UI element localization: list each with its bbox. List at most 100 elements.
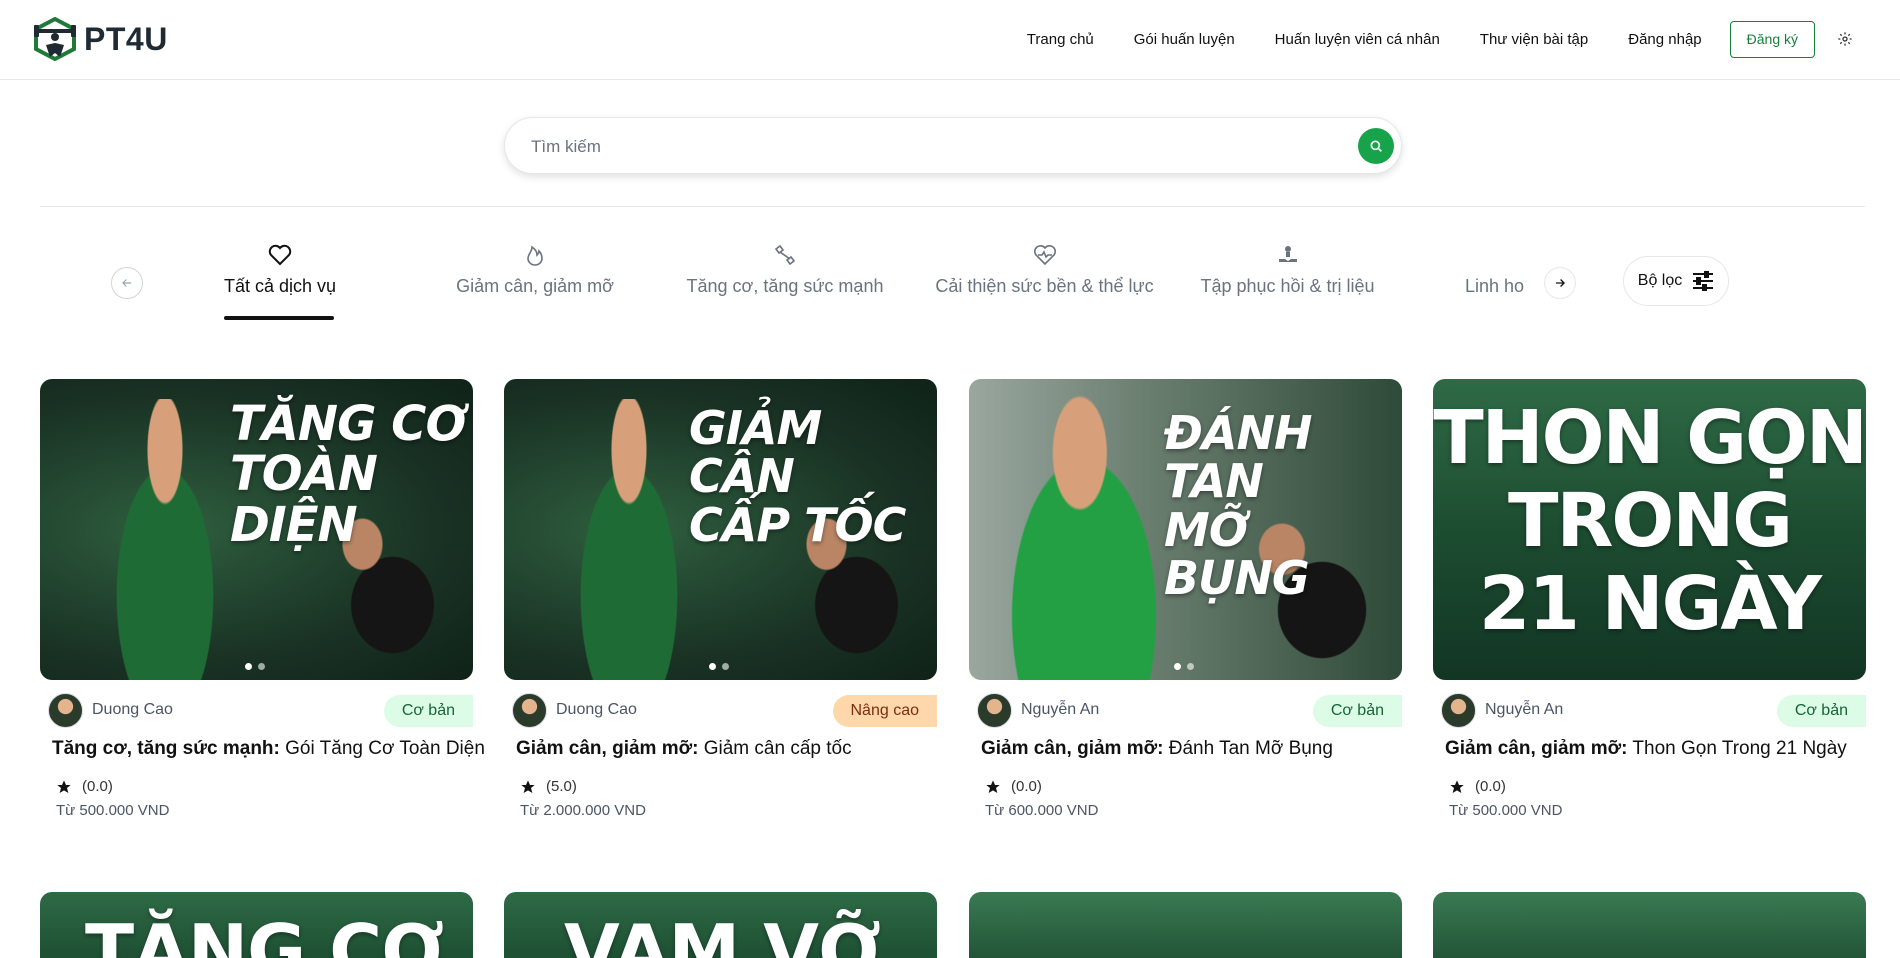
service-card[interactable]: ĐÁNH TAN MỠ BỤNG Nguyễn An Cơ bản Giảm c… <box>969 379 1402 819</box>
star-icon <box>521 779 535 793</box>
trainer-name[interactable]: Nguyễn An <box>1021 701 1099 719</box>
dumbbell-icon <box>685 240 885 270</box>
service-title[interactable]: Tăng cơ, tăng sức mạnh: Gói Tăng Cơ Toàn… <box>52 738 485 760</box>
trainer-name[interactable]: Duong Cao <box>556 701 637 719</box>
level-badge: Cơ bản <box>383 695 473 727</box>
service-rating: (0.0) <box>1449 778 1866 795</box>
service-card[interactable]: VAM VỠ <box>504 892 937 958</box>
nav-personal-trainers[interactable]: Huấn luyện viên cá nhân <box>1275 31 1440 48</box>
service-rating: (0.0) <box>56 778 473 795</box>
service-price: Từ 500.000 VND <box>1449 802 1563 819</box>
main-nav: Trang chủ Gói huấn luyện Huấn luyện viên… <box>987 20 1855 58</box>
service-title[interactable]: Giảm cân, giảm mỡ: Đánh Tan Mỡ Bụng <box>981 738 1402 760</box>
service-title[interactable]: Giảm cân, giảm mỡ: Giảm cân cấp tốc <box>516 738 937 760</box>
trainer-avatar[interactable] <box>977 693 1012 728</box>
top-header: PT4U Trang chủ Gói huấn luyện Huấn luyện… <box>0 0 1900 80</box>
image-title-line: TĂNG CƠ <box>85 909 444 958</box>
search-input[interactable] <box>531 132 1311 162</box>
service-rating: (5.0) <box>520 778 937 795</box>
gear-icon[interactable] <box>1837 30 1855 48</box>
tab-label: Tất cả dịch vụ <box>223 276 337 296</box>
image-title-line: 21 NGÀY <box>1478 560 1822 647</box>
search-bar <box>504 117 1402 174</box>
trainer-avatar[interactable] <box>48 693 83 728</box>
service-image[interactable] <box>1433 892 1866 958</box>
arrow-right-icon <box>1555 279 1565 287</box>
logo-icon <box>34 17 76 61</box>
service-card[interactable]: GIẢM CÂN CẤP TỐC Duong Cao Nâng cao Giảm… <box>504 379 937 819</box>
flame-icon <box>450 240 620 270</box>
service-image[interactable]: TĂNG CƠ <box>40 892 473 958</box>
tab-recovery[interactable]: Tập phục hồi & trị liệu <box>1195 240 1380 320</box>
nav-exercise-library[interactable]: Thư viện bài tập <box>1480 31 1588 48</box>
service-image[interactable]: GIẢM CÂN CẤP TỐC <box>504 379 937 680</box>
image-title-line: MỠ BỤNG <box>1164 502 1310 605</box>
trainer-name[interactable]: Duong Cao <box>92 701 173 719</box>
heartbeat-icon <box>932 240 1157 270</box>
search-button[interactable] <box>1358 128 1394 164</box>
trainer-avatar[interactable] <box>1441 693 1476 728</box>
active-tab-indicator <box>224 316 334 320</box>
service-image[interactable]: ĐÁNH TAN MỠ BỤNG <box>969 379 1402 680</box>
sliders-icon <box>1693 271 1714 291</box>
brand-name: PT4U <box>84 20 168 57</box>
image-title-line: TRONG <box>1507 477 1793 564</box>
tab-flexible[interactable]: Linh ho <box>1465 240 1530 320</box>
service-card[interactable] <box>1433 892 1866 958</box>
heart-icon <box>200 240 360 270</box>
image-title-line: TĂNG CƠ <box>230 396 466 452</box>
carousel-dots[interactable] <box>1174 663 1194 670</box>
tab-weight-loss[interactable]: Giảm cân, giảm mỡ <box>450 240 620 320</box>
service-price: Từ 600.000 VND <box>985 802 1099 819</box>
image-title-line: VAM VỠ <box>564 909 881 958</box>
service-title[interactable]: Giảm cân, giảm mỡ: Thon Gọn Trong 21 Ngà… <box>1445 738 1866 760</box>
carousel-dots[interactable] <box>709 663 729 670</box>
image-title-line: CẤP TỐC <box>689 497 906 552</box>
carousel-dots[interactable] <box>245 663 265 670</box>
tab-label: Tập phục hồi & trị liệu <box>1200 276 1375 296</box>
service-image[interactable]: THON GỌN TRONG 21 NGÀY <box>1433 379 1866 680</box>
service-card[interactable]: TĂNG CƠ TOÀN DIỆN Duong Cao Cơ bản Tăng … <box>40 379 485 819</box>
tab-label: Giảm cân, giảm mỡ <box>456 276 614 296</box>
category-next-button[interactable] <box>1544 267 1576 299</box>
level-badge: Cơ bản <box>1776 695 1866 727</box>
service-image[interactable] <box>969 892 1402 958</box>
image-title-line: ĐÁNH TAN <box>1164 406 1312 509</box>
level-badge: Nâng cao <box>832 695 937 727</box>
service-rating: (0.0) <box>985 778 1402 795</box>
signup-button[interactable]: Đăng ký <box>1729 20 1815 58</box>
arrow-left-icon <box>122 279 132 287</box>
hand-heart-icon <box>1195 240 1380 270</box>
service-card[interactable] <box>969 892 1402 958</box>
trainer-name[interactable]: Nguyễn An <box>1485 701 1563 719</box>
tab-label: Linh ho <box>1465 276 1525 296</box>
nav-home[interactable]: Trang chủ <box>1027 31 1094 48</box>
service-price: Từ 2.000.000 VND <box>520 802 646 819</box>
image-title-line: THON GỌN <box>1433 395 1866 481</box>
star-icon <box>986 779 1000 793</box>
service-price: Từ 500.000 VND <box>56 802 170 819</box>
search-icon <box>1370 140 1382 152</box>
star-icon <box>1450 779 1464 793</box>
nav-training-packages[interactable]: Gói huấn luyện <box>1134 31 1235 48</box>
service-card[interactable]: THON GỌN TRONG 21 NGÀY Nguyễn An Cơ bản … <box>1433 379 1866 819</box>
trainer-avatar[interactable] <box>512 693 547 728</box>
star-icon <box>57 779 71 793</box>
tab-all-services[interactable]: Tất cả dịch vụ <box>200 240 360 320</box>
level-badge: Cơ bản <box>1312 695 1402 727</box>
tab-muscle-gain[interactable]: Tăng cơ, tăng sức mạnh <box>685 240 885 320</box>
tab-endurance[interactable]: Cải thiện sức bền & thể lực <box>932 240 1157 320</box>
image-title-line: TOÀN DIỆN <box>230 446 378 553</box>
filter-button[interactable]: Bộ lọc <box>1623 256 1729 306</box>
section-divider <box>40 206 1865 207</box>
category-prev-button[interactable] <box>111 267 143 299</box>
category-tabs: Tất cả dịch vụ Giảm cân, giảm mỡ Tăng cơ… <box>200 240 1530 320</box>
service-card[interactable]: TĂNG CƠ <box>40 892 473 958</box>
tab-label: Cải thiện sức bền & thể lực <box>935 276 1154 296</box>
filter-label: Bộ lọc <box>1637 272 1683 289</box>
service-image[interactable]: VAM VỠ <box>504 892 937 958</box>
service-image[interactable]: TĂNG CƠ TOÀN DIỆN <box>40 379 473 680</box>
image-title-line: GIẢM CÂN <box>689 401 822 504</box>
nav-login[interactable]: Đăng nhập <box>1628 31 1701 48</box>
brand-logo[interactable]: PT4U <box>32 17 168 61</box>
